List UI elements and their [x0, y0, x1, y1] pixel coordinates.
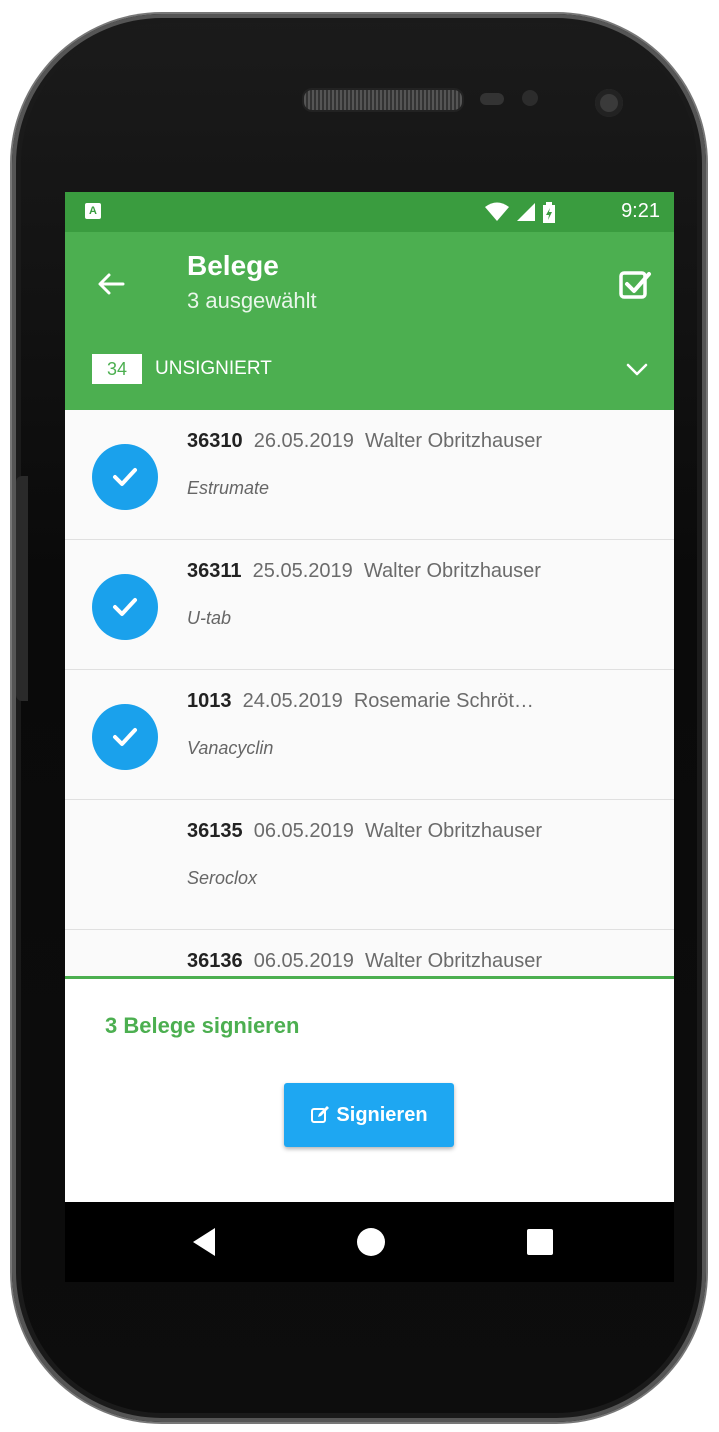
list-item[interactable]: 36135 06.05.2019 Walter Obritzhauser Ser…	[65, 800, 674, 930]
status-bar: A 9:21	[65, 192, 674, 232]
customer-name: Walter Obritzhauser	[363, 560, 541, 582]
count-badge: 34	[92, 354, 142, 384]
back-arrow-icon[interactable]	[93, 266, 129, 302]
navigation-bar	[65, 1202, 674, 1282]
customer-name: Rosemarie Schröt…	[353, 690, 534, 712]
document-number: 36311	[187, 560, 242, 582]
sign-panel: 3 Belege signieren Signieren	[65, 976, 674, 1205]
edit-icon	[311, 1106, 330, 1123]
selected-check-icon[interactable]	[92, 574, 158, 640]
document-number: 1013	[187, 690, 232, 712]
signal-icon	[517, 203, 535, 221]
earpiece-speaker	[302, 88, 464, 112]
nav-back-icon[interactable]	[193, 1228, 215, 1256]
selection-count: 3 ausgewählt	[187, 288, 317, 313]
screen: A 9:21 Belege 3 ausgewählt 34 UNSIGNIERT	[65, 192, 674, 1282]
sign-summary: 3 Belege signieren	[105, 1013, 300, 1038]
document-number: 36310	[187, 430, 243, 452]
app-bar: Belege 3 ausgewählt 34 UNSIGNIERT	[65, 232, 674, 410]
page-title: Belege	[187, 250, 279, 281]
document-list: 36310 26.05.2019 Walter Obritzhauser Est…	[65, 410, 674, 976]
selected-check-icon[interactable]	[92, 704, 158, 770]
side-button	[16, 476, 28, 701]
item-header: 36310 26.05.2019 Walter Obritzhauser	[187, 430, 542, 453]
product-name: Vanacyclin	[187, 738, 274, 758]
product-name: Seroclox	[187, 868, 258, 888]
document-number: 36135	[187, 820, 243, 842]
item-header: 36311 25.05.2019 Walter Obritzhauser	[187, 560, 541, 583]
document-date: 06.05.2019	[253, 820, 354, 842]
sign-button[interactable]: Signieren	[284, 1083, 454, 1147]
item-header: 1013 24.05.2019 Rosemarie Schröt…	[187, 690, 534, 713]
nav-home-icon[interactable]	[357, 1228, 385, 1256]
list-item[interactable]: 1013 24.05.2019 Rosemarie Schröt… Vanacy…	[65, 670, 674, 800]
select-all-icon[interactable]	[618, 268, 652, 302]
document-date: 24.05.2019	[242, 690, 343, 712]
notification-badge: A	[85, 203, 101, 219]
front-camera	[595, 89, 623, 117]
product-name: U-tab	[187, 608, 232, 628]
document-date: 06.05.2019	[253, 950, 354, 972]
list-item[interactable]: 36310 26.05.2019 Walter Obritzhauser Est…	[65, 410, 674, 540]
wifi-icon	[485, 202, 509, 221]
battery-icon	[543, 202, 555, 223]
filter-dropdown[interactable]: 34 UNSIGNIERT	[65, 338, 674, 398]
item-header: 36136 06.05.2019 Walter Obritzhauser	[187, 950, 542, 973]
list-item[interactable]: 36311 25.05.2019 Walter Obritzhauser U-t…	[65, 540, 674, 670]
sign-button-label: Signieren	[336, 1103, 428, 1126]
document-date: 25.05.2019	[252, 560, 353, 582]
list-item[interactable]: 36136 06.05.2019 Walter Obritzhauser	[65, 930, 674, 976]
proximity-sensor	[480, 93, 504, 105]
status-icons	[484, 202, 556, 224]
clock: 9:21	[621, 200, 660, 222]
product-name: Estrumate	[187, 478, 270, 498]
customer-name: Walter Obritzhauser	[364, 430, 543, 452]
customer-name: Walter Obritzhauser	[364, 820, 543, 842]
item-header: 36135 06.05.2019 Walter Obritzhauser	[187, 820, 542, 843]
customer-name: Walter Obritzhauser	[364, 950, 543, 972]
document-date: 26.05.2019	[253, 430, 354, 452]
document-number: 36136	[187, 950, 243, 972]
selected-check-icon[interactable]	[92, 444, 158, 510]
phone-frame: A 9:21 Belege 3 ausgewählt 34 UNSIGNIERT	[12, 14, 706, 1422]
nav-recents-icon[interactable]	[527, 1229, 553, 1255]
filter-label: UNSIGNIERT	[155, 358, 272, 379]
chevron-down-icon[interactable]	[624, 356, 650, 382]
light-sensor	[522, 90, 538, 106]
